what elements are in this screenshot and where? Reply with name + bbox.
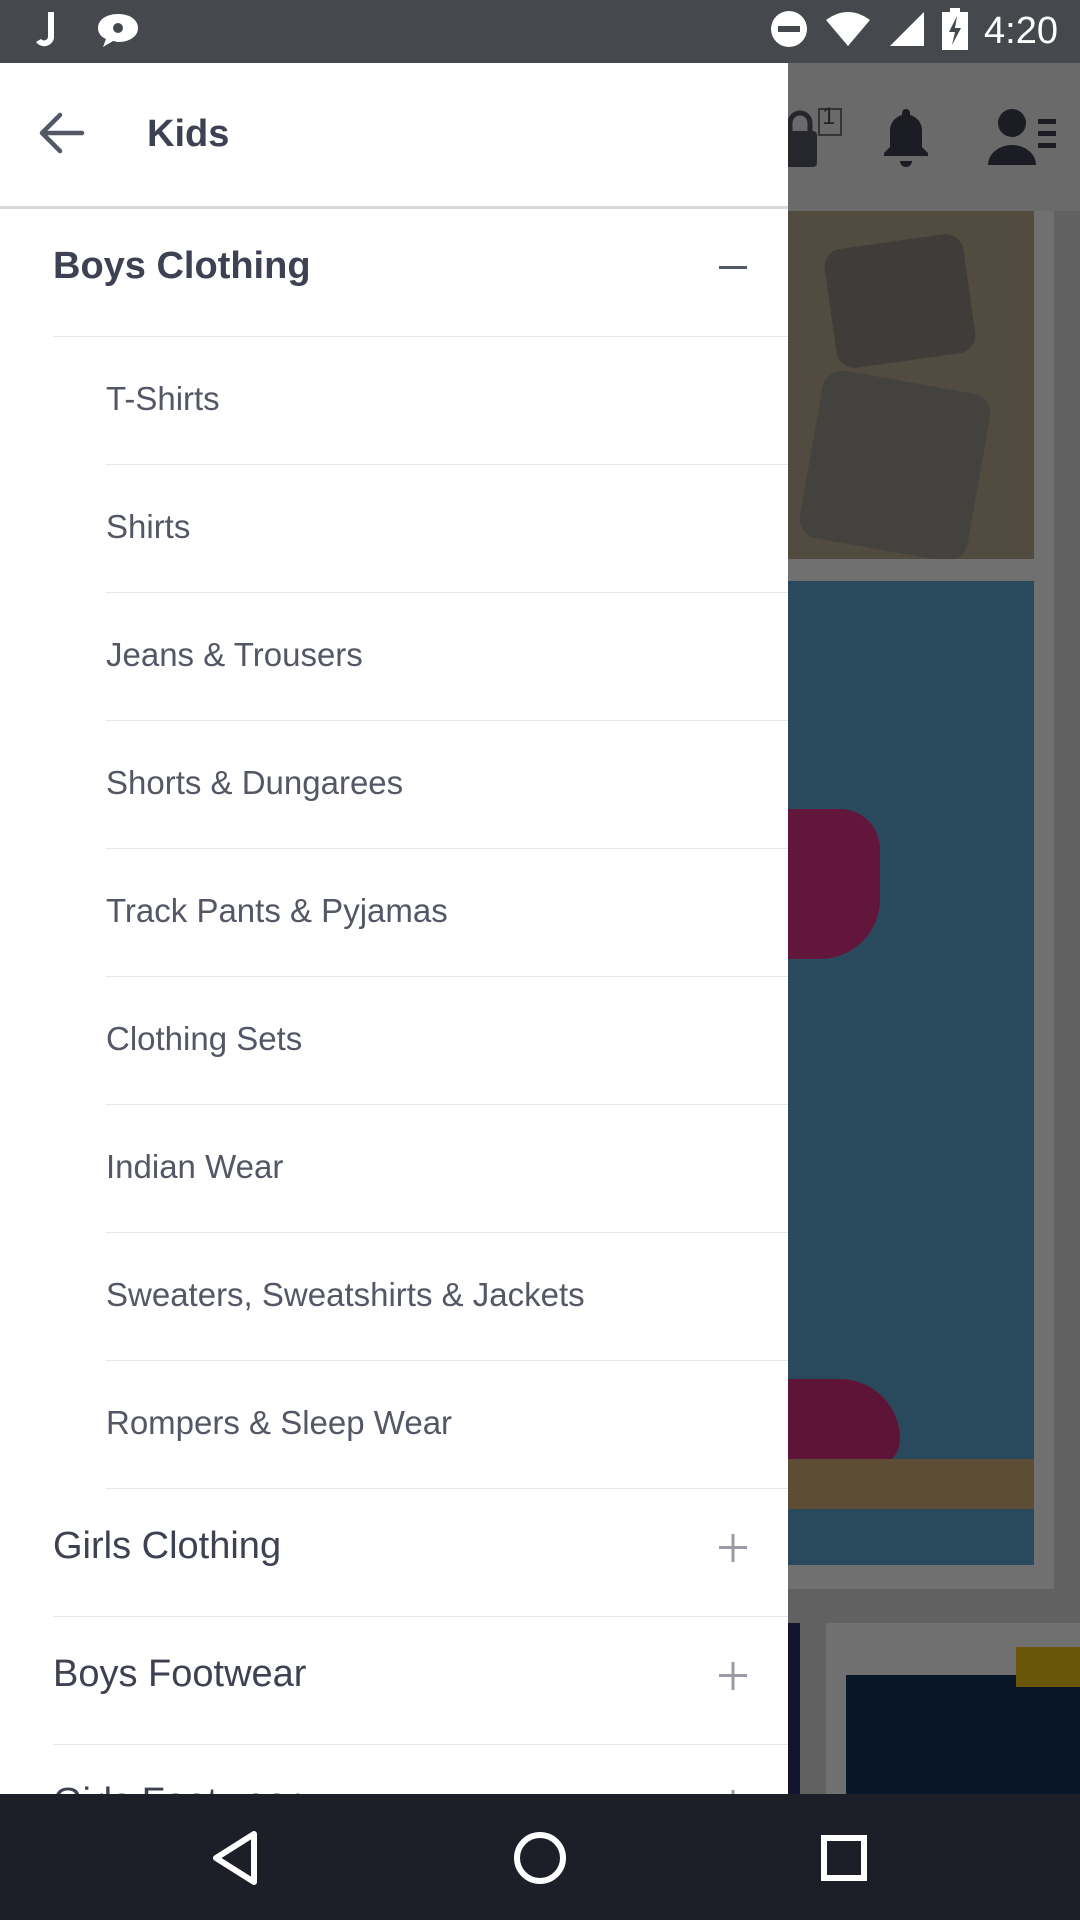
j-app-icon: [34, 10, 56, 55]
subcategory-item[interactable]: Sweaters, Sweatshirts & Jackets: [106, 1233, 788, 1361]
category-girls-footwear[interactable]: Girls Footwear: [53, 1745, 788, 1794]
battery-charging-icon: [942, 8, 969, 55]
plus-icon[interactable]: [718, 1661, 748, 1691]
minus-icon[interactable]: [718, 253, 748, 283]
subcategory-label: Track Pants & Pyjamas: [106, 892, 448, 929]
category-girls-clothing[interactable]: Girls Clothing: [53, 1489, 788, 1617]
category-label: Girls Clothing: [53, 1525, 282, 1567]
status-time: 4:20: [984, 10, 1058, 52]
subcategory-label: Shirts: [106, 508, 191, 545]
subcategory-label: Clothing Sets: [106, 1020, 303, 1057]
subcategory-label: Jeans & Trousers: [106, 636, 363, 673]
chat-bubble-icon: [96, 12, 140, 53]
wifi-icon: [824, 10, 872, 53]
signal-icon: [888, 10, 926, 53]
subcategory-label: Shorts & Dungarees: [106, 764, 404, 801]
navigation-drawer: Kids Boys Clothing T-Shirts Shirts Jeans…: [0, 63, 788, 1794]
subcategory-label: Indian Wear: [106, 1148, 284, 1185]
subcategory-label: Sweaters, Sweatshirts & Jackets: [106, 1276, 585, 1313]
plus-icon[interactable]: [718, 1533, 748, 1563]
category-label: Girls Footwear: [53, 1781, 300, 1794]
back-triangle-icon[interactable]: [204, 1826, 268, 1890]
do-not-disturb-icon: [770, 10, 808, 53]
category-boys-clothing[interactable]: Boys Clothing: [53, 209, 788, 337]
subcategory-item[interactable]: Clothing Sets: [106, 977, 788, 1105]
subcategory-item[interactable]: T-Shirts: [106, 337, 788, 465]
subcategory-label: Rompers & Sleep Wear: [106, 1404, 453, 1441]
category-label: Boys Footwear: [53, 1653, 307, 1695]
category-label: Boys Clothing: [53, 245, 311, 287]
subcategory-item[interactable]: Track Pants & Pyjamas: [106, 849, 788, 977]
back-arrow-icon[interactable]: [38, 111, 98, 161]
drawer-title: Kids: [147, 113, 230, 155]
subcategory-item[interactable]: Rompers & Sleep Wear: [106, 1361, 788, 1489]
status-bar: 4:20: [0, 0, 1080, 63]
recents-square-icon[interactable]: [812, 1826, 876, 1890]
subcategory-label: T-Shirts: [106, 380, 220, 417]
drawer-header: Kids: [0, 63, 788, 209]
subcategory-item[interactable]: Shirts: [106, 465, 788, 593]
home-circle-icon[interactable]: [508, 1826, 572, 1890]
system-nav-bar: [0, 1794, 1080, 1920]
subcategory-item[interactable]: Indian Wear: [106, 1105, 788, 1233]
subcategory-item[interactable]: Shorts & Dungarees: [106, 721, 788, 849]
subcategory-item[interactable]: Jeans & Trousers: [106, 593, 788, 721]
category-boys-footwear[interactable]: Boys Footwear: [53, 1617, 788, 1745]
